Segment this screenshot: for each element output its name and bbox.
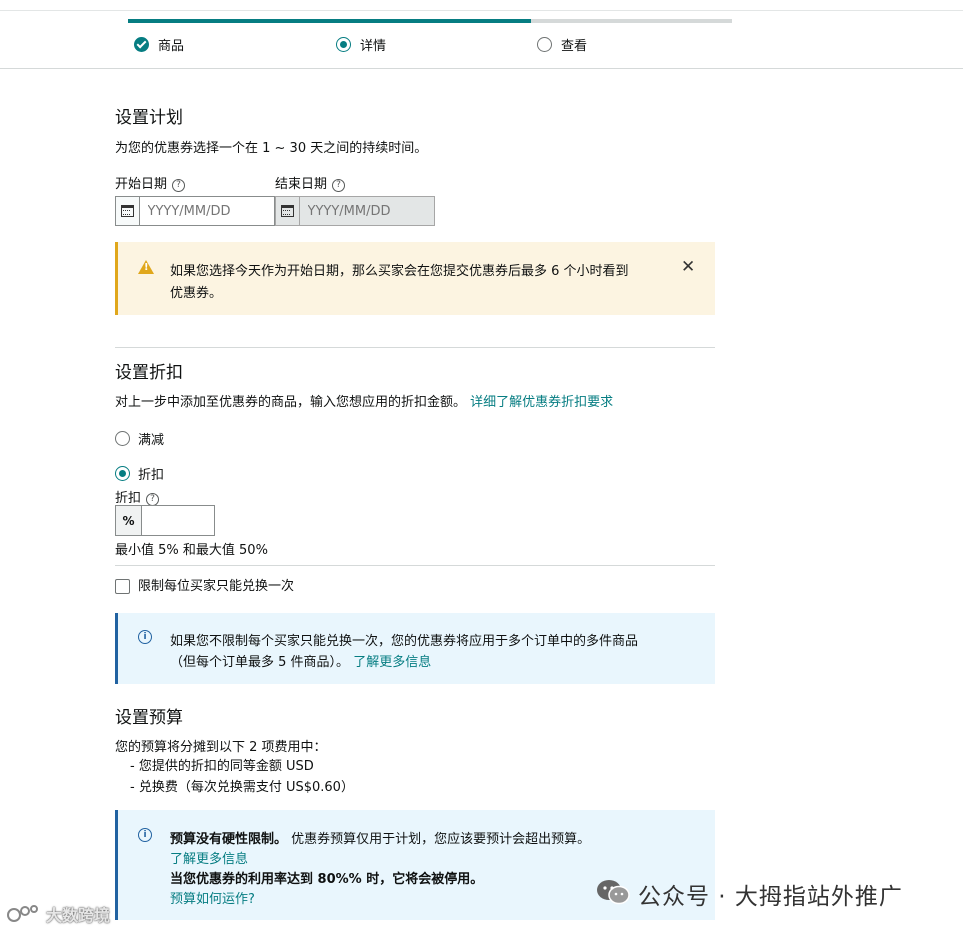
- close-icon[interactable]: ✕: [681, 259, 695, 276]
- discount-input[interactable]: [142, 506, 214, 535]
- info-icon: i: [138, 828, 152, 842]
- learn-more-link[interactable]: 了解更多信息: [353, 655, 431, 670]
- budget-item: - 兑换费（每次兑换需支付 US$0.60）: [130, 780, 354, 795]
- calendar-button[interactable]: [116, 197, 140, 225]
- check-circle-icon: [134, 37, 149, 52]
- budget-title: 设置预算: [115, 708, 183, 728]
- warning-line-1: 如果您选择今天作为开始日期，那么买家会在您提交优惠券后最多 6 个小时看到: [170, 264, 629, 279]
- budget-intro: 您的预算将分摊到以下 2 项费用中：: [115, 740, 327, 755]
- warning-alert: 如果您选择今天作为开始日期，那么买家会在您提交优惠券后最多 6 个小时看到 优惠…: [115, 242, 715, 315]
- help-icon[interactable]: ?: [332, 179, 346, 192]
- end-date-input: [299, 197, 434, 225]
- radio-amount-off[interactable]: 满减: [115, 429, 164, 448]
- current-step-icon: [336, 37, 351, 52]
- info-icon: i: [138, 630, 152, 644]
- step-review[interactable]: 查看: [537, 35, 587, 54]
- calendar-icon: [120, 205, 134, 217]
- start-date-label: 开始日期?: [115, 173, 186, 192]
- end-date-label: 结束日期?: [275, 173, 346, 192]
- schedule-desc: 为您的优惠券选择一个在 1 ~ 30 天之间的持续时间。: [115, 141, 428, 156]
- checkbox[interactable]: [115, 578, 130, 594]
- empty-circle-icon: [537, 37, 552, 52]
- discount-input-group[interactable]: %: [115, 505, 215, 536]
- discount-hint: 最小值 5% 和最大值 50%: [115, 543, 268, 558]
- watermark-left: 大数跨境: [6, 902, 110, 926]
- how-budget-works-link[interactable]: 预算如何运作?: [170, 888, 255, 907]
- step-details[interactable]: 详情: [336, 35, 386, 54]
- discount-requirements-link[interactable]: 详细了解优惠券折扣要求: [470, 395, 613, 410]
- end-date-field: [275, 196, 435, 226]
- start-date-input[interactable]: [139, 197, 274, 225]
- watermark-brand: 大数跨境: [46, 906, 111, 925]
- budget-info-line-1: 预算没有硬性限制。 优惠券预算仅用于计划，您应该要预计会超出预算。: [170, 832, 591, 847]
- progress-fill: [128, 19, 531, 23]
- info-line-2: （但每个订单最多 5 件商品）。 了解更多信息: [170, 655, 432, 670]
- top-border: [0, 10, 963, 11]
- budget-info-line-3: 当您优惠券的利用率达到 80%% 时，它将会被停用。: [170, 872, 484, 887]
- step-products[interactable]: 商品: [134, 35, 184, 54]
- help-icon[interactable]: ?: [172, 179, 186, 192]
- watermark-text: 公众号 · 大拇指站外推广: [638, 884, 903, 910]
- section-divider: [115, 347, 715, 348]
- budget-item: - 您提供的折扣的同等金额 USD: [130, 759, 314, 774]
- warning-line-2: 优惠券。: [170, 286, 223, 301]
- section-divider: [115, 565, 715, 566]
- radio-button[interactable]: [115, 431, 130, 446]
- radio-button[interactable]: [115, 466, 130, 481]
- header-divider: [0, 68, 963, 69]
- percent-unit: %: [116, 506, 142, 535]
- step-label: 详情: [360, 39, 387, 54]
- info-alert: i 如果您不限制每个买家只能兑换一次，您的优惠券将应用于多个订单中的多件商品 （…: [115, 613, 715, 684]
- limit-once-checkbox[interactable]: 限制每位买家只能兑换一次: [115, 575, 294, 594]
- learn-more-link[interactable]: 了解更多信息: [170, 848, 248, 867]
- calendar-button: [276, 197, 300, 225]
- radio-percent-off[interactable]: 折扣: [115, 464, 164, 483]
- step-label: 查看: [561, 39, 588, 54]
- discount-title: 设置折扣: [115, 363, 183, 383]
- brand-logo-icon: [7, 905, 38, 922]
- wechat-icon: [596, 878, 630, 906]
- start-date-field[interactable]: [115, 196, 275, 226]
- info-line-1: 如果您不限制每个买家只能兑换一次，您的优惠券将应用于多个订单中的多件商品: [170, 634, 639, 649]
- calendar-icon: [280, 205, 294, 217]
- schedule-title: 设置计划: [115, 108, 183, 128]
- discount-field-label: 折扣?: [115, 487, 160, 506]
- warning-icon: [138, 260, 154, 274]
- step-label: 商品: [158, 39, 185, 54]
- discount-desc: 对上一步中添加至优惠券的商品，输入您想应用的折扣金额。 详细了解优惠券折扣要求: [115, 395, 614, 410]
